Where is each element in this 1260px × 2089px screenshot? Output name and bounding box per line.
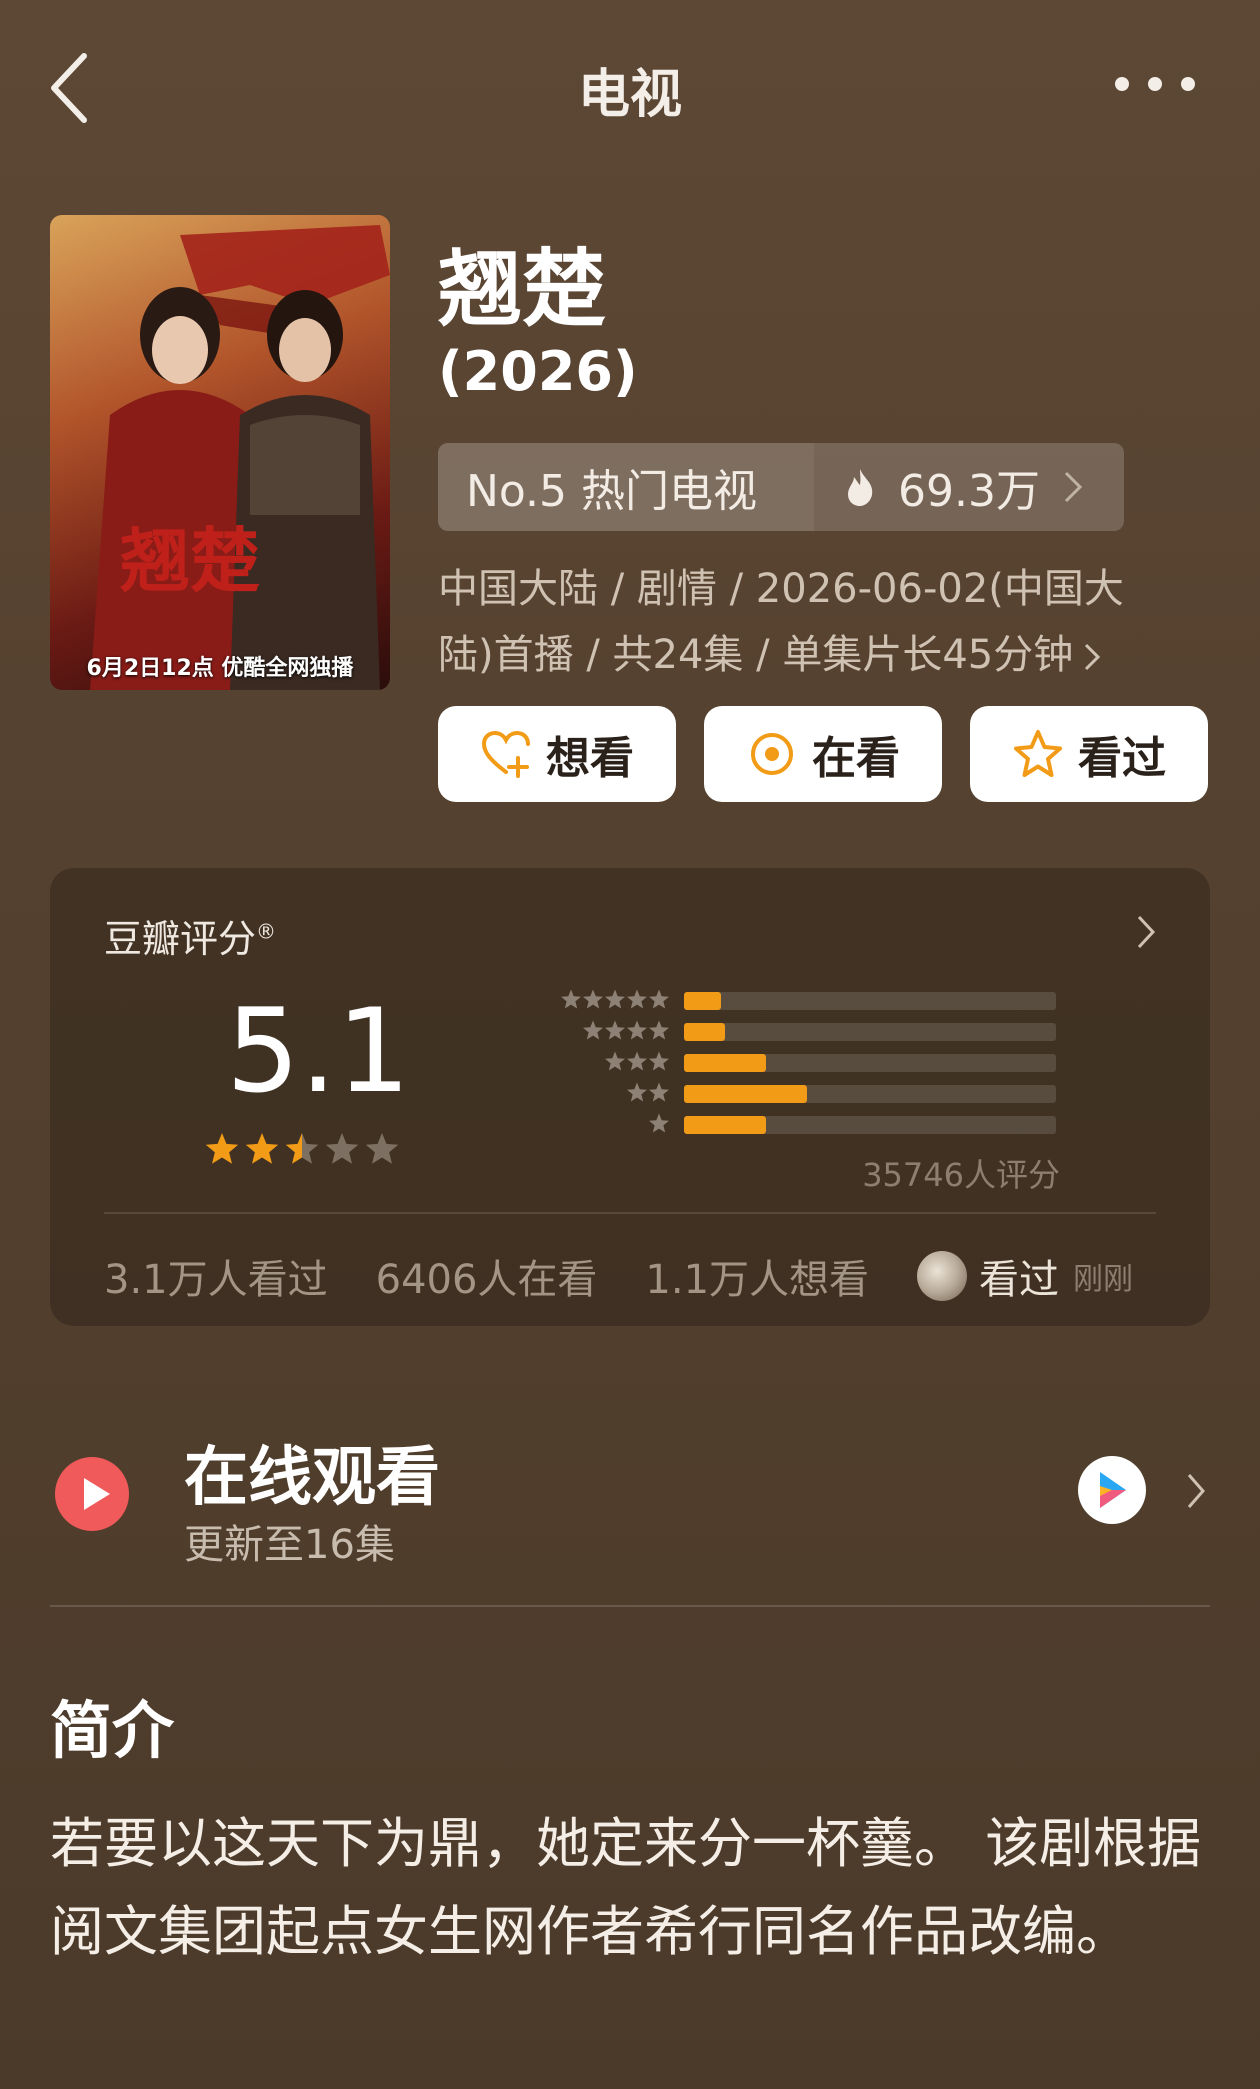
chevron-right-icon[interactable] [1136, 914, 1156, 950]
distribution-track [684, 1116, 1056, 1134]
rank-pill[interactable]: No.5 热门电视 69.3万 [438, 443, 1124, 531]
distribution-row-2-star [450, 1082, 1130, 1103]
star-row-icon [649, 1113, 669, 1133]
distribution-row-1-star [450, 1113, 1130, 1134]
heat-section: 69.3万 [814, 443, 1124, 531]
star-icon [325, 1133, 359, 1164]
show-year: (2026) [438, 340, 638, 403]
distribution-track [684, 1085, 1056, 1103]
rating-card[interactable]: 豆瓣评分® 5.1 35746人评分 3.1万人看过 6406人在看 1.1万人… [50, 868, 1210, 1326]
watching-button[interactable]: 在看 [704, 706, 942, 802]
registered-mark: ® [256, 919, 277, 944]
distribution-row-5-star [450, 989, 1130, 1010]
rating-stars [205, 1133, 399, 1164]
nav-bar: 电视 [0, 0, 1260, 170]
watched-count[interactable]: 3.1万人看过 [104, 1247, 328, 1305]
rank-label: No.5 热门电视 [438, 443, 814, 531]
play-icon [55, 1457, 129, 1531]
poster-artwork: 翘楚 [90, 225, 390, 690]
youku-logo-icon[interactable] [1078, 1456, 1146, 1524]
show-title: 翘楚 [438, 240, 607, 338]
intro-body: 若要以这天下为鼎，她定来分一杯羹。 该剧根据阅文集团起点女生网作者希行同名作品改… [50, 1812, 1202, 1963]
intro-heading: 简介 [50, 1694, 175, 1767]
star-icon [627, 989, 647, 1009]
distribution-row-3-star [450, 1051, 1130, 1072]
distribution-bar [684, 1116, 766, 1134]
want-count[interactable]: 1.1万人想看 [645, 1247, 869, 1305]
rating-stats: 3.1万人看过 6406人在看 1.1万人想看 看过 刚刚 [104, 1246, 1156, 1306]
star-icon [245, 1133, 279, 1164]
watched-button[interactable]: 看过 [970, 706, 1208, 802]
watched-label: 看过 [1078, 733, 1166, 784]
star-icon [649, 1051, 669, 1071]
distribution-bar [684, 1054, 766, 1072]
want-label: 想看 [546, 733, 634, 784]
distribution-track [684, 992, 1056, 1010]
svg-text:翘楚: 翘楚 [120, 519, 260, 602]
star-icon [627, 1082, 647, 1102]
rating-score: 5.1 [226, 984, 411, 1119]
divider [104, 1212, 1156, 1214]
star-row-icon [583, 1020, 669, 1040]
distribution-bar [684, 992, 722, 1010]
watching-count[interactable]: 6406人在看 [376, 1247, 598, 1305]
heat-value: 69.3万 [898, 466, 1040, 517]
online-watch-title: 在线观看 [184, 1441, 440, 1515]
page: 电视 翘楚 6月2日12点 优酷全网独播 翘楚 (2026) No.5 热门电视 [0, 0, 1260, 2089]
want-button[interactable]: 想看 [438, 706, 676, 802]
show-meta[interactable]: 中国大陆 / 剧情 / 2026-06-02(中国大 陆)首播 / 共24集 /… [438, 556, 1198, 688]
star-icon [649, 1113, 669, 1133]
meta-line-2: 陆)首播 / 共24集 / 单集片长45分钟 [438, 632, 1074, 678]
poster-caption: 6月2日12点 优酷全网独播 [86, 656, 354, 681]
star-icon [285, 1133, 319, 1164]
rating-distribution [450, 989, 1130, 1140]
star-icon [583, 989, 603, 1009]
distribution-track [684, 1023, 1056, 1041]
star-icon [205, 1133, 239, 1164]
more-icon[interactable] [1110, 60, 1200, 110]
chevron-right-icon [1064, 471, 1083, 503]
star-row-icon [561, 989, 669, 1009]
star-icon [649, 1082, 669, 1102]
heart-plus-icon [481, 730, 530, 778]
distribution-bar [684, 1085, 807, 1103]
star-outline-icon [1014, 730, 1062, 777]
star-icon [365, 1133, 399, 1164]
meta-line-1: 中国大陆 / 剧情 / 2026-06-02(中国大 [438, 566, 1124, 612]
star-row-icon [605, 1051, 669, 1071]
friend-avatar[interactable] [917, 1251, 968, 1301]
distribution-bar [684, 1023, 725, 1041]
star-icon [649, 989, 669, 1009]
divider [50, 1605, 1210, 1607]
star-icon [605, 1020, 625, 1040]
friend-action: 看过 [979, 1257, 1060, 1303]
watching-label: 在看 [812, 733, 900, 784]
poster-image[interactable]: 翘楚 6月2日12点 优酷全网独播 [50, 215, 390, 690]
star-row-icon [627, 1082, 669, 1102]
rating-source-label: 豆瓣评分® [104, 908, 276, 963]
flame-icon [848, 469, 873, 506]
online-watch-row[interactable]: 在线观看 更新至16集 [50, 1420, 1210, 1580]
star-icon [605, 1051, 625, 1071]
star-icon [627, 1020, 647, 1040]
rating-count: 35746人评分 [862, 1156, 1060, 1194]
star-icon [649, 1020, 669, 1040]
distribution-track [684, 1054, 1056, 1072]
chevron-right-icon [1187, 1474, 1205, 1508]
distribution-row-4-star [450, 1020, 1130, 1041]
online-watch-subtitle: 更新至16集 [184, 1522, 395, 1568]
target-icon [751, 733, 793, 775]
chevron-right-icon [1085, 643, 1101, 671]
rating-label: 豆瓣评分 [104, 917, 257, 961]
meta-line-2-wrap: 陆)首播 / 共24集 / 单集片长45分钟 [438, 622, 1198, 688]
star-icon [561, 989, 581, 1009]
star-icon [605, 989, 625, 1009]
page-title: 电视 [577, 65, 682, 125]
star-icon [583, 1020, 603, 1040]
star-icon [627, 1051, 647, 1071]
friend-action-time: 刚刚 [1073, 1262, 1134, 1297]
